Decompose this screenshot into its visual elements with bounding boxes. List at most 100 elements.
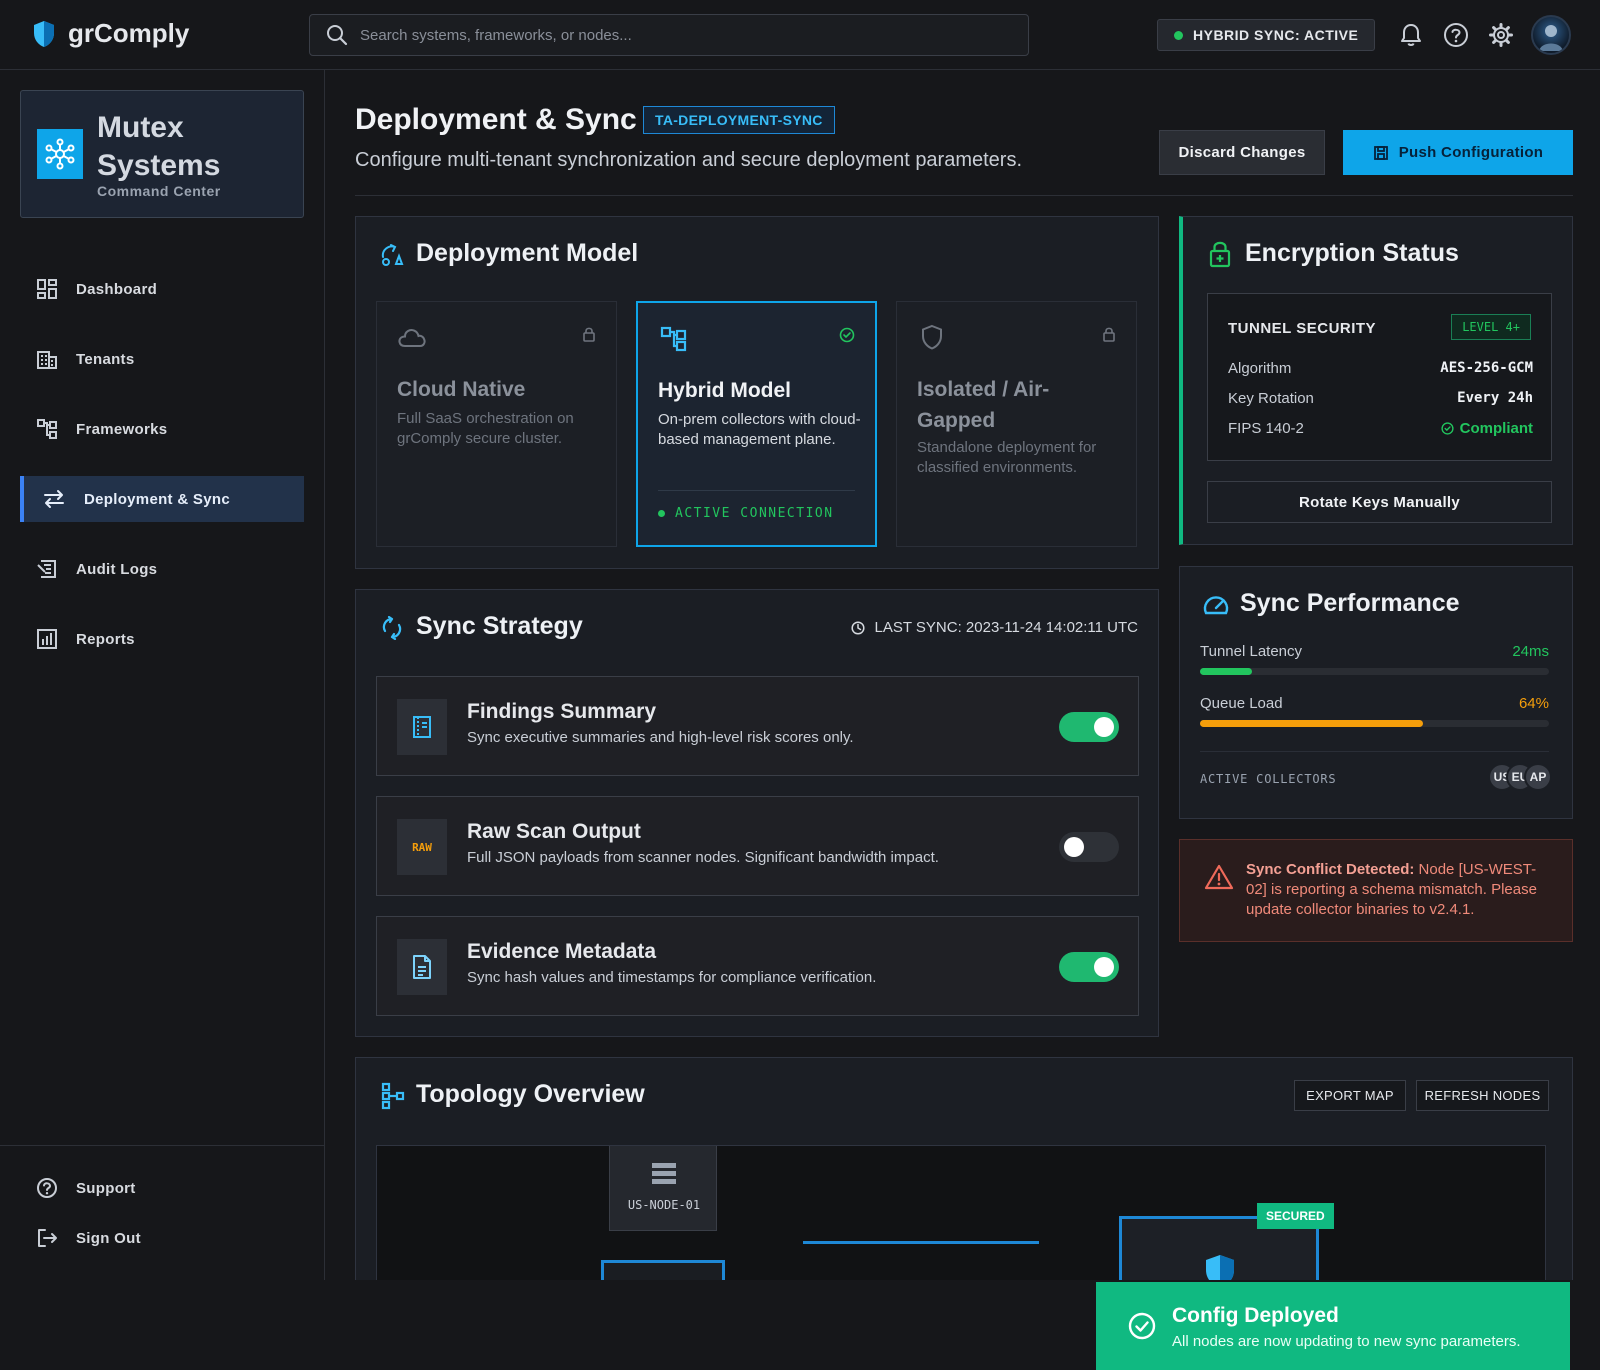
nav-item-dashboard[interactable]: Dashboard <box>20 266 304 312</box>
sync-strategy-panel: Sync Strategy LAST SYNC: 2023-11-24 14:0… <box>355 589 1159 1037</box>
queue-bar <box>1200 720 1549 727</box>
sidebar-divider <box>0 1145 325 1146</box>
findings-summary-toggle[interactable] <box>1059 712 1119 742</box>
lock-plus-icon <box>1209 240 1231 268</box>
clock-icon <box>850 620 865 635</box>
topology-title: Topology Overview <box>416 1080 645 1108</box>
sync-status-label: HYBRID SYNC: ACTIVE <box>1193 27 1359 43</box>
node-label: US-NODE-01 <box>627 1198 701 1212</box>
page-title: Deployment & Sync <box>355 103 637 136</box>
model-description: Standalone deployment for classified env… <box>917 439 1097 476</box>
nav-item-audit-logs[interactable]: Audit Logs <box>20 546 304 592</box>
model-title: Hybrid Model <box>658 379 792 402</box>
toggle-knob <box>1064 837 1084 857</box>
summary-icon <box>397 699 447 755</box>
search-bar[interactable] <box>309 14 1029 56</box>
discard-changes-button[interactable]: Discard Changes <box>1159 130 1325 175</box>
encryption-status-panel: Encryption Status TUNNEL SECURITY LEVEL … <box>1179 216 1573 545</box>
nav-label: Reports <box>76 630 135 648</box>
search-input[interactable] <box>360 26 1000 44</box>
help-icon[interactable] <box>1441 20 1471 50</box>
rotate-keys-button[interactable]: Rotate Keys Manually <box>1207 481 1552 523</box>
enc-row-key-rotation: Key Rotation Every 24h <box>1228 390 1533 407</box>
sync-performance-panel: Sync Performance Tunnel Latency 24ms Que… <box>1179 566 1573 819</box>
sync-item-description: Sync hash values and timestamps for comp… <box>467 969 877 986</box>
shield-logo-icon <box>32 20 56 48</box>
org-card[interactable]: Mutex Systems Command Center <box>20 90 304 218</box>
model-option-cloud-native[interactable]: Cloud Native Full SaaS orchestration on … <box>376 301 617 547</box>
enc-label: Key Rotation <box>1228 390 1314 407</box>
metric-label: Queue Load <box>1200 695 1283 712</box>
topology-icon <box>381 1082 405 1110</box>
push-label: Push Configuration <box>1398 144 1544 161</box>
tunnel-security-title: TUNNEL SECURITY <box>1228 320 1377 337</box>
bell-icon[interactable] <box>1396 20 1426 50</box>
page-subtitle: Configure multi-tenant synchronization a… <box>355 149 1023 171</box>
avatar[interactable] <box>1531 15 1571 55</box>
sync-strategy-title: Sync Strategy <box>416 612 583 640</box>
sync-item-description: Sync executive summaries and high-level … <box>467 729 854 746</box>
refresh-nodes-button[interactable]: REFRESH NODES <box>1416 1080 1549 1111</box>
lock-icon <box>1102 326 1116 342</box>
push-configuration-button[interactable]: Push Configuration <box>1343 130 1573 175</box>
document-icon <box>397 939 447 995</box>
arrows-swap-icon <box>42 488 66 510</box>
raw-icon-label: RAW <box>412 840 432 854</box>
hybrid-icon <box>660 326 688 352</box>
nav-item-reports[interactable]: Reports <box>20 616 304 662</box>
raw-scan-output-toggle[interactable] <box>1059 832 1119 862</box>
model-description: On-prem collectors with cloud-based mana… <box>658 411 861 448</box>
nav-item-support[interactable]: Support <box>20 1165 304 1211</box>
metric-value: 64% <box>1518 695 1549 712</box>
check-circle-icon <box>1128 1312 1156 1340</box>
org-name: Mutex Systems <box>97 111 221 182</box>
sync-item-findings-summary: Findings Summary Sync executive summarie… <box>376 676 1139 776</box>
sync-item-title: Findings Summary <box>467 700 657 723</box>
nav-item-deployment-sync[interactable]: Deployment & Sync <box>20 476 304 522</box>
topology-panel: Topology Overview EXPORT MAP REFRESH NOD… <box>355 1057 1573 1345</box>
queue-bar-fill <box>1200 720 1424 727</box>
nav-label: Dashboard <box>76 280 158 298</box>
toast-config-deployed[interactable]: Config Deployed All nodes are now updati… <box>1096 1282 1570 1370</box>
latency-bar-fill <box>1200 668 1253 675</box>
node-us-node-01[interactable]: US-NODE-01 <box>609 1146 717 1231</box>
nav-item-frameworks[interactable]: Frameworks <box>20 406 304 452</box>
deployment-model-panel: Deployment Model Cloud Native Full SaaS … <box>355 216 1159 569</box>
brand[interactable]: grComply <box>32 18 189 49</box>
enc-value: Every 24h <box>1457 390 1533 406</box>
header-divider <box>355 195 1573 196</box>
server-icon <box>652 1163 676 1185</box>
sync-performance-title: Sync Performance <box>1240 589 1460 617</box>
nav-item-tenants[interactable]: Tenants <box>20 336 304 382</box>
collector-chips: US EU AP <box>1488 763 1552 791</box>
model-option-isolated[interactable]: Isolated / Air-Gapped Standalone deploym… <box>896 301 1137 547</box>
top-bar: grComply HYBRID SYNC: ACTIVE <box>0 0 1600 70</box>
model-description: Full SaaS orchestration on grComply secu… <box>397 410 574 447</box>
status-label: ACTIVE CONNECTION <box>675 506 834 521</box>
network-icon <box>37 129 83 179</box>
export-map-button[interactable]: EXPORT MAP <box>1294 1080 1406 1111</box>
save-icon <box>1373 145 1389 161</box>
enc-value: AES-256-GCM <box>1440 360 1533 376</box>
link-line <box>803 1241 1039 1244</box>
evidence-metadata-toggle[interactable] <box>1059 952 1119 982</box>
gear-icon[interactable] <box>1486 20 1516 50</box>
nav-item-sign-out[interactable]: Sign Out <box>20 1215 304 1261</box>
deployment-icon <box>380 243 406 267</box>
nav-label: Support <box>76 1179 136 1197</box>
collector-chip[interactable]: AP <box>1524 763 1552 791</box>
nav-label: Frameworks <box>76 420 168 438</box>
last-sync-label: LAST SYNC: 2023-11-24 14:02:11 UTC <box>874 619 1138 636</box>
sync-conflict-alert: Sync Conflict Detected: Node [US-WEST-02… <box>1179 839 1573 942</box>
model-option-hybrid[interactable]: Hybrid Model On-prem collectors with clo… <box>636 301 877 547</box>
last-sync: LAST SYNC: 2023-11-24 14:02:11 UTC <box>850 619 1138 636</box>
model-title: Cloud Native <box>397 378 526 401</box>
sync-status-badge[interactable]: HYBRID SYNC: ACTIVE <box>1157 19 1376 51</box>
toast-title: Config Deployed <box>1172 1304 1339 1327</box>
lock-icon <box>582 326 596 342</box>
nav-label: Sign Out <box>76 1229 141 1247</box>
enc-value: Compliant <box>1459 420 1533 437</box>
metric-value: 24ms <box>1512 643 1549 660</box>
sync-item-raw-scan-output: RAW Raw Scan Output Full JSON payloads f… <box>376 796 1139 896</box>
deployment-model-title: Deployment Model <box>416 239 639 267</box>
